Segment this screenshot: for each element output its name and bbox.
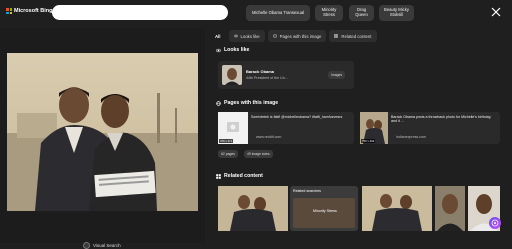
grid-icon — [334, 34, 339, 38]
section-title: Pages with this image — [224, 100, 279, 106]
top-bar: Microsoft Bing Michelle Obama Transexual… — [0, 0, 512, 26]
tab-label: Looks like — [240, 33, 260, 39]
page-source: indianexpress.com — [396, 135, 426, 139]
tab-label: Pages with this image — [279, 33, 322, 39]
globe-icon — [272, 34, 277, 38]
search-input[interactable] — [58, 8, 202, 19]
entity-description: 44th President of the Un... — [246, 76, 288, 80]
entity-name: Barack Obama — [246, 69, 275, 74]
copilot-button[interactable] — [489, 217, 501, 229]
image-viewer: Visual Search — [0, 28, 205, 249]
related-heading: Related content — [216, 173, 263, 179]
close-icon[interactable] — [491, 7, 501, 17]
related-image-1[interactable] — [218, 186, 288, 231]
related-search-thumbnail: Minority Stress — [293, 198, 355, 228]
visual-search-button[interactable]: Visual Search — [83, 242, 121, 249]
eye-icon — [216, 48, 221, 52]
entity-thumbnail — [222, 65, 242, 85]
related-pill-2[interactable]: Minority Stress — [315, 5, 343, 21]
page-thumbnail: 750 x 432 — [360, 112, 388, 144]
section-title: Related content — [224, 173, 263, 179]
tab-label: All — [215, 33, 221, 39]
looks-like-heading: Looks like — [216, 47, 249, 53]
brand-name: Microsoft Bing — [14, 8, 53, 14]
page-thumbnail: 476 x 271 — [218, 112, 248, 144]
tab-label: Related content — [341, 33, 372, 39]
tab-related[interactable]: Related content — [329, 30, 377, 42]
related-pill-3[interactable]: Drag Queen — [349, 5, 374, 21]
pages-heading: Pages with this image — [216, 100, 278, 106]
related-searches-card[interactable]: Related searches Minority Stress — [290, 186, 358, 231]
page-result-1[interactable]: 476 x 271 Szerintetek is fiatfl @michell… — [218, 112, 354, 144]
image-sizes-chip[interactable]: 49 image sizes — [244, 150, 273, 158]
images-button[interactable]: Images — [328, 71, 346, 79]
tab-bar: All Looks like Pages with this image Rel… — [210, 30, 377, 42]
tab-all[interactable]: All — [210, 30, 226, 42]
pages-count-chip[interactable]: 62 pages — [218, 150, 238, 158]
grid-icon — [216, 173, 221, 179]
search-box[interactable] — [52, 5, 274, 21]
microsoft-logo-icon — [6, 8, 12, 14]
related-searches-label: Related searches — [293, 189, 321, 193]
related-pill-1[interactable]: Michelle Obama Transexual — [246, 5, 310, 21]
related-image-3[interactable] — [435, 186, 465, 231]
copilot-icon — [491, 219, 499, 227]
page-source: www.reddit.com — [256, 135, 282, 139]
entity-card[interactable]: Barack Obama 44th President of the Un...… — [218, 61, 354, 89]
related-pill-4[interactable]: Beauty Micky Stoksill — [379, 5, 414, 21]
page-title: Barack Obama posts a throwback photo for… — [391, 115, 492, 124]
image-size-badge: 476 x 271 — [219, 139, 234, 143]
related-search-chip[interactable]: Minority Stress — [313, 209, 337, 213]
bing-logo[interactable]: Microsoft Bing — [6, 8, 53, 14]
visual-search-icon — [83, 242, 90, 249]
page-result-2[interactable]: 750 x 432 Barack Obama posts a throwback… — [360, 112, 500, 144]
visual-search-label: Visual Search — [93, 243, 121, 248]
section-title: Looks like — [224, 47, 250, 53]
main-photo[interactable] — [7, 53, 198, 211]
globe-icon — [216, 100, 221, 106]
image-size-badge: 750 x 432 — [361, 139, 376, 143]
eye-icon — [233, 34, 238, 38]
tab-looks-like[interactable]: Looks like — [228, 30, 265, 42]
page-title: Szerintetek is fiatfl @michelleobama? #f… — [251, 115, 343, 119]
tab-pages[interactable]: Pages with this image — [267, 30, 327, 42]
related-image-2[interactable] — [362, 186, 432, 231]
results-panel: All Looks like Pages with this image Rel… — [210, 28, 512, 243]
